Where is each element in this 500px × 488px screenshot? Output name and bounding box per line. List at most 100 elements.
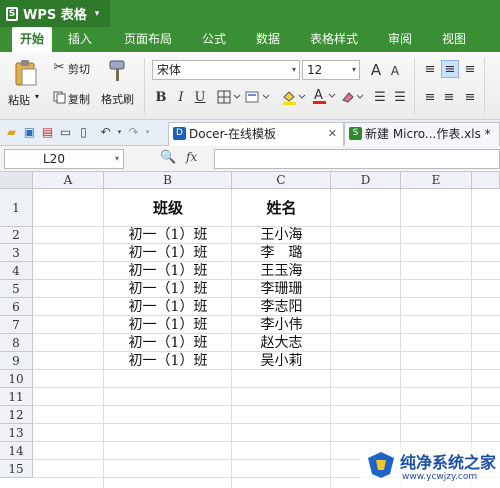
name-box[interactable]: L20 ▾	[4, 149, 124, 169]
align-top-icon[interactable]: ≡	[422, 61, 438, 77]
tab-insert[interactable]: 插入	[68, 27, 92, 52]
row-header-12[interactable]: 12	[0, 406, 33, 424]
tab-home[interactable]: 开始	[12, 27, 53, 52]
cell-name[interactable]: 王玉海	[232, 262, 331, 280]
document-tab-bar: ▰ ▣ ▤ ▭ ▯ ↶ ▾ ↷ ▾ D Docer-在线模板 ✕ S 新建 Mi…	[0, 120, 500, 146]
border-icon[interactable]	[216, 88, 242, 106]
undo-icon[interactable]: ↶	[98, 125, 113, 140]
row-header-13[interactable]: 13	[0, 424, 33, 442]
tab-label: Docer-在线模板	[189, 127, 277, 141]
cell-b1-header[interactable]: 班级	[104, 189, 232, 227]
tab-page-layout[interactable]: 页面布局	[124, 27, 172, 52]
tab-review[interactable]: 审阅	[388, 27, 412, 52]
copy-icon[interactable]	[52, 90, 66, 104]
clear-format-icon[interactable]	[340, 88, 366, 106]
paste-button[interactable]	[12, 58, 40, 88]
cell-name[interactable]: 李 璐	[232, 244, 331, 262]
row-header-11[interactable]: 11	[0, 388, 33, 406]
paste-label[interactable]: 粘贴	[8, 92, 30, 108]
app-menu-button[interactable]: S WPS 表格 ▾	[0, 0, 110, 27]
row-header-7[interactable]: 7	[0, 316, 33, 334]
cell-class[interactable]: 初一（1）班	[104, 352, 232, 370]
column-header-f[interactable]	[472, 172, 500, 189]
format-painter-icon[interactable]	[106, 58, 128, 84]
cell-style-icon[interactable]	[244, 88, 272, 106]
align-center-icon[interactable]: ≡	[441, 89, 457, 105]
open-folder-icon[interactable]: ▰	[4, 125, 19, 140]
row-header-5[interactable]: 5	[0, 280, 33, 298]
save-icon[interactable]: ▣	[22, 125, 37, 140]
select-all-corner[interactable]	[0, 172, 33, 189]
row-header-14[interactable]: 14	[0, 442, 33, 460]
chevron-down-icon[interactable]: ▾	[35, 92, 39, 101]
cell-class[interactable]: 初一（1）班	[104, 316, 232, 334]
column-header-a[interactable]: A	[33, 172, 104, 189]
tab-docer-templates[interactable]: D Docer-在线模板 ✕	[168, 122, 344, 146]
chevron-down-icon[interactable]: ▾	[140, 125, 155, 140]
cell-class[interactable]: 初一（1）班	[104, 298, 232, 316]
bold-button[interactable]: B	[153, 88, 169, 106]
column-header-c[interactable]: C	[232, 172, 331, 189]
chevron-down-icon: ▾	[94, 8, 100, 19]
format-painter-button[interactable]: 格式刷	[101, 91, 134, 107]
tab-formula[interactable]: 公式	[202, 27, 226, 52]
cell-name[interactable]: 李小伟	[232, 316, 331, 334]
italic-button[interactable]: I	[174, 88, 188, 106]
column-header-d[interactable]: D	[331, 172, 401, 189]
tab-view[interactable]: 视图	[442, 27, 466, 52]
cut-button[interactable]: 剪切	[68, 61, 90, 77]
font-color-icon[interactable]: A	[310, 86, 338, 106]
shrink-font-button[interactable]: A	[388, 63, 402, 79]
cell-name[interactable]: 吴小莉	[232, 352, 331, 370]
grow-font-button[interactable]: A	[368, 61, 384, 79]
print-preview-icon[interactable]: ▯	[76, 125, 91, 140]
column-header-b[interactable]: B	[104, 172, 232, 189]
underline-button[interactable]: U	[193, 88, 207, 106]
cell-name[interactable]: 赵大志	[232, 334, 331, 352]
function-icon[interactable]: fx	[186, 150, 197, 164]
row-header-6[interactable]: 6	[0, 298, 33, 316]
row-header-10[interactable]: 10	[0, 370, 33, 388]
chevron-down-icon[interactable]: ▾	[112, 125, 127, 140]
cell-name[interactable]: 李珊珊	[232, 280, 331, 298]
tab-table-style[interactable]: 表格样式	[310, 27, 358, 52]
indent-decrease-icon[interactable]: ☰	[372, 88, 388, 106]
copy-button[interactable]: 复制	[68, 91, 90, 107]
close-icon[interactable]: ✕	[328, 123, 337, 145]
cell-c1-header[interactable]: 姓名	[232, 189, 331, 227]
align-left-icon[interactable]: ≡	[422, 89, 438, 105]
cell-class[interactable]: 初一（1）班	[104, 227, 232, 244]
formula-input[interactable]	[214, 149, 500, 169]
ribbon-divider	[484, 58, 485, 114]
align-bottom-icon[interactable]: ≡	[462, 61, 478, 77]
tab-data[interactable]: 数据	[256, 27, 280, 52]
zoom-search-icon[interactable]: 🔍	[160, 150, 176, 165]
row-header-15[interactable]: 15	[0, 460, 33, 478]
cell-class[interactable]: 初一（1）班	[104, 244, 232, 262]
row-header-9[interactable]: 9	[0, 352, 33, 370]
scissors-icon[interactable]: ✂	[52, 60, 66, 75]
print-icon[interactable]: ▭	[58, 125, 73, 140]
cell-class[interactable]: 初一（1）班	[104, 334, 232, 352]
font-name-select[interactable]: 宋体 ▾	[152, 60, 300, 80]
chevron-down-icon: ▾	[291, 65, 296, 74]
font-size-select[interactable]: 12 ▾	[302, 60, 360, 80]
export-pdf-icon[interactable]: ▤	[40, 125, 55, 140]
cell-class[interactable]: 初一（1）班	[104, 262, 232, 280]
svg-text:A: A	[314, 88, 323, 103]
cell-class[interactable]: 初一（1）班	[104, 280, 232, 298]
row-header-4[interactable]: 4	[0, 262, 33, 280]
cell-name[interactable]: 王小海	[232, 227, 331, 244]
tab-spreadsheet-file[interactable]: S 新建 Micro...作表.xls *	[344, 122, 500, 146]
row-header-8[interactable]: 8	[0, 334, 33, 352]
align-middle-icon[interactable]: ≡	[441, 60, 459, 78]
column-header-e[interactable]: E	[401, 172, 472, 189]
row-header-2[interactable]: 2	[0, 227, 33, 244]
indent-increase-icon[interactable]: ☰	[392, 88, 408, 106]
cell-name[interactable]: 李志阳	[232, 298, 331, 316]
row-header-1[interactable]: 1	[0, 189, 33, 227]
fill-color-icon[interactable]	[280, 88, 308, 106]
align-right-icon[interactable]: ≡	[462, 89, 478, 105]
row-header-3[interactable]: 3	[0, 244, 33, 262]
redo-icon[interactable]: ↷	[126, 125, 141, 140]
